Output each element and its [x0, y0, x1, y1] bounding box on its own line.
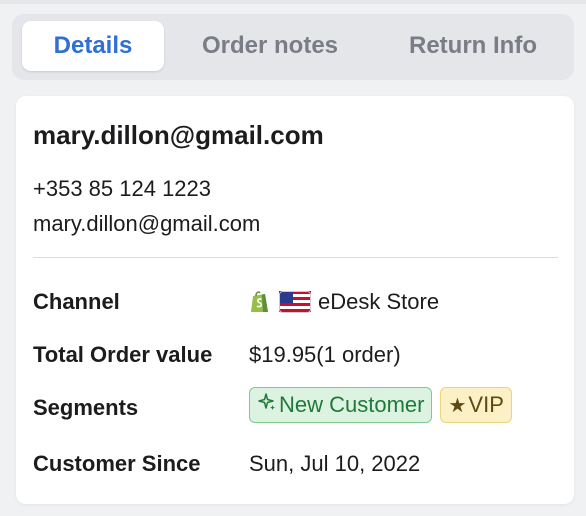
segments-label: Segments — [33, 395, 139, 420]
customer-phone: +353 85 124 1223 — [33, 176, 212, 201]
total-order-value: $19.95(1 order) — [249, 342, 401, 367]
top-divider — [0, 0, 586, 4]
channel-name: eDesk Store — [318, 289, 440, 314]
us-flag-icon — [279, 291, 311, 313]
tab-bar: Details Order notes Return Info — [12, 14, 574, 80]
segment-chip-vip[interactable]: ★ VIP — [440, 387, 512, 423]
segment-label: New Customer — [279, 392, 425, 417]
segment-label: VIP — [468, 392, 504, 417]
sparkle-icon — [257, 392, 277, 418]
segment-chip-new-customer[interactable]: New Customer — [249, 387, 433, 423]
total-order-label: Total Order value — [33, 342, 213, 367]
customer-name: mary.dillon@gmail.com — [33, 120, 324, 150]
shopify-icon — [249, 290, 271, 314]
star-icon: ★ — [448, 394, 467, 417]
customer-since-label: Customer Since — [33, 451, 201, 476]
customer-email: mary.dillon@gmail.com — [33, 211, 261, 236]
channel-label: Channel — [33, 289, 120, 314]
customer-since-value: Sun, Jul 10, 2022 — [249, 451, 421, 476]
channel-value: eDesk Store — [249, 289, 439, 315]
tab-details[interactable]: Details — [22, 21, 164, 71]
tab-return-info[interactable]: Return Info — [388, 21, 558, 71]
segments-list: New Customer ★ VIP — [249, 387, 520, 423]
tab-order-notes[interactable]: Order notes — [177, 21, 363, 71]
customer-details-card: mary.dillon@gmail.com +353 85 124 1223 m… — [16, 96, 574, 504]
divider — [33, 257, 558, 258]
